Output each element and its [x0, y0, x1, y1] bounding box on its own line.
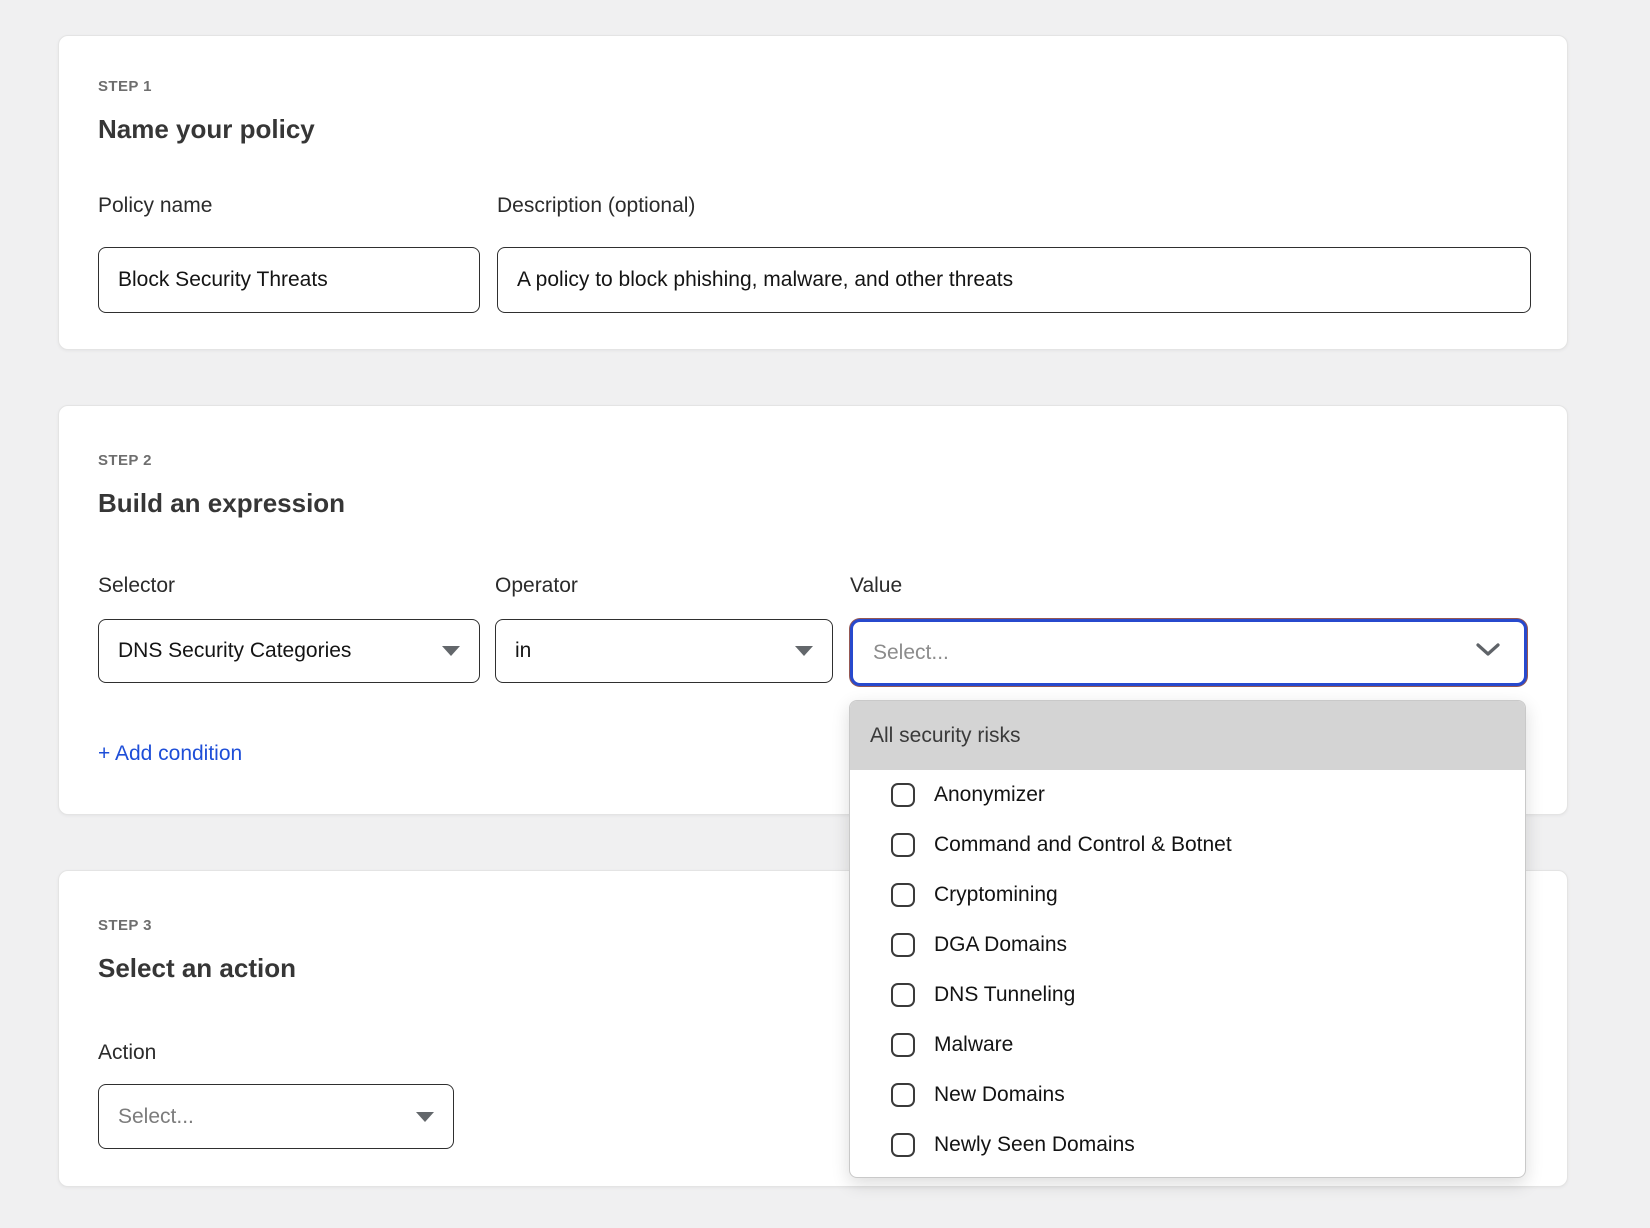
selector-label: Selector	[98, 574, 175, 598]
description-label: Description (optional)	[497, 194, 695, 218]
description-input[interactable]	[497, 247, 1531, 313]
dropdown-option[interactable]: Cryptomining	[850, 870, 1525, 920]
action-label: Action	[98, 1041, 156, 1065]
add-condition-link[interactable]: + Add condition	[98, 742, 242, 766]
checkbox-icon[interactable]	[891, 833, 915, 857]
checkbox-icon[interactable]	[891, 883, 915, 907]
operator-select[interactable]: in	[495, 619, 833, 683]
step1-title: Name your policy	[98, 114, 315, 145]
checkbox-icon[interactable]	[891, 1133, 915, 1157]
value-multiselect[interactable]: Select...	[850, 619, 1527, 686]
dropdown-arrow-icon	[442, 646, 460, 656]
checkbox-icon[interactable]	[891, 933, 915, 957]
selector-select[interactable]: DNS Security Categories	[98, 619, 480, 683]
action-select[interactable]: Select...	[98, 1084, 454, 1149]
checkbox-icon[interactable]	[891, 1033, 915, 1057]
operator-select-value: in	[515, 639, 783, 663]
checkbox-icon[interactable]	[891, 983, 915, 1007]
operator-label: Operator	[495, 574, 578, 598]
dropdown-option[interactable]: New Domains	[850, 1070, 1525, 1120]
step3-title: Select an action	[98, 953, 296, 984]
step3-label: STEP 3	[98, 917, 152, 934]
dropdown-arrow-icon	[795, 646, 813, 656]
dropdown-group-header[interactable]: All security risks	[850, 701, 1525, 770]
value-placeholder: Select...	[873, 641, 1476, 665]
dropdown-option[interactable]: Anonymizer	[850, 770, 1525, 820]
policy-builder-page: STEP 1 Name your policy Policy name Desc…	[0, 0, 1650, 1228]
dropdown-arrow-icon	[416, 1112, 434, 1122]
value-dropdown-panel: All security risks Anonymizer Command an…	[849, 700, 1526, 1178]
step2-label: STEP 2	[98, 452, 152, 469]
action-select-placeholder: Select...	[118, 1105, 404, 1129]
dropdown-option[interactable]: Command and Control & Botnet	[850, 820, 1525, 870]
dropdown-option[interactable]: DGA Domains	[850, 920, 1525, 970]
chevron-down-icon	[1476, 643, 1500, 662]
checkbox-icon[interactable]	[891, 1083, 915, 1107]
dropdown-option[interactable]: DNS Tunneling	[850, 970, 1525, 1020]
dropdown-option[interactable]: Newly Seen Domains	[850, 1120, 1525, 1170]
step2-title: Build an expression	[98, 488, 345, 519]
step1-label: STEP 1	[98, 78, 152, 95]
checkbox-icon[interactable]	[891, 783, 915, 807]
selector-select-value: DNS Security Categories	[118, 639, 430, 663]
policy-name-input[interactable]	[98, 247, 480, 313]
step1-card: STEP 1 Name your policy Policy name Desc…	[58, 35, 1568, 350]
value-label: Value	[850, 574, 902, 598]
policy-name-label: Policy name	[98, 194, 212, 218]
dropdown-option[interactable]: Malware	[850, 1020, 1525, 1070]
